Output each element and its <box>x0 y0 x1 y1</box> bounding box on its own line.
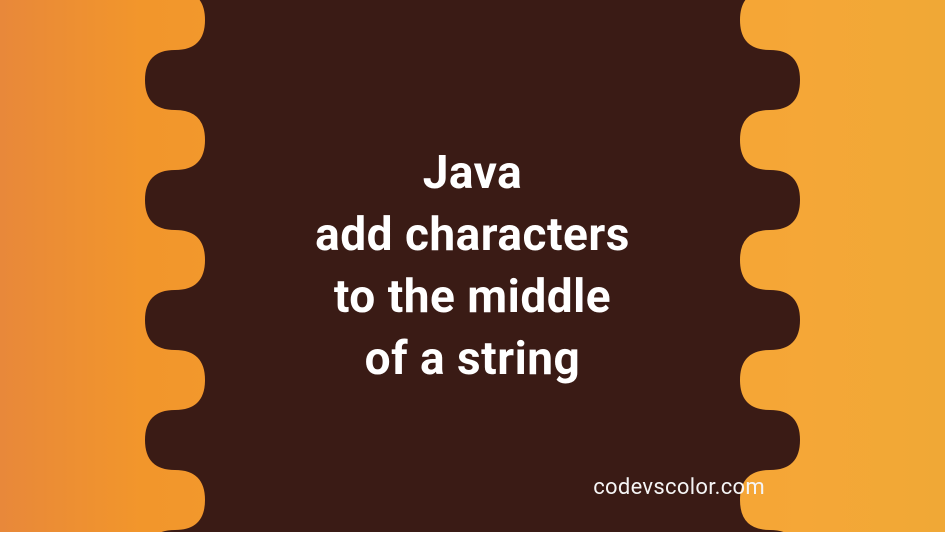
attribution-text: codevscolor.com <box>593 475 765 500</box>
title-text-block: Java add characters to the middle of a s… <box>295 142 650 390</box>
title-line-4: of a string <box>315 328 630 390</box>
title-line-3: to the middle <box>315 266 630 328</box>
title-line-1: Java <box>315 142 630 204</box>
banner-graphic: Java add characters to the middle of a s… <box>0 0 945 532</box>
title-line-2: add characters <box>315 204 630 266</box>
